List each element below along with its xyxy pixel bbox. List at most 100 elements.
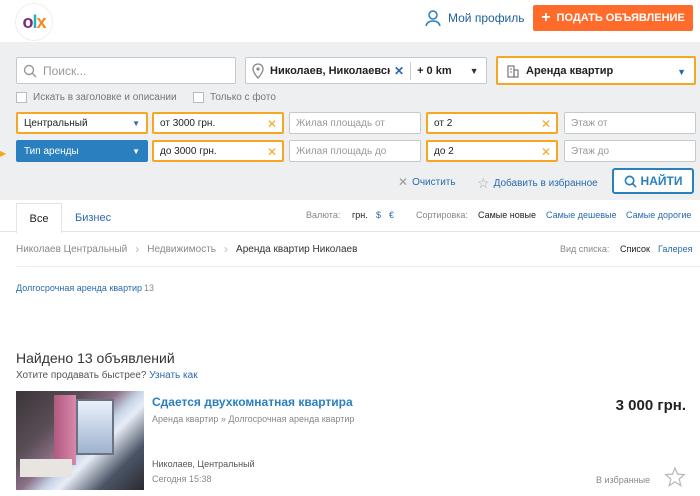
radius-value[interactable]: + 0 km bbox=[417, 65, 452, 77]
category-value: Аренда квартир bbox=[526, 64, 614, 77]
find-button[interactable]: НАЙТИ bbox=[612, 168, 694, 194]
checkbox-box[interactable] bbox=[16, 92, 27, 103]
rooms-to-input[interactable]: до 2 ✕ bbox=[426, 140, 558, 162]
my-profile-link[interactable]: Мой профиль bbox=[424, 9, 525, 27]
location-input[interactable]: Николаев, Николаевская обл. ✕ + 0 km ▼ bbox=[245, 57, 487, 84]
search-input[interactable]: Поиск... bbox=[16, 57, 236, 84]
active-filter-marker: ▶ bbox=[0, 149, 7, 158]
search-in-description-checkbox[interactable]: Искать в заголовке и описании bbox=[16, 92, 177, 103]
district-value: Центральный bbox=[24, 117, 88, 129]
search-icon bbox=[23, 64, 37, 77]
area-to-input[interactable]: Жилая площадь до bbox=[289, 140, 421, 162]
tab-all[interactable]: Все bbox=[16, 203, 62, 233]
currency-usd[interactable]: $ bbox=[376, 210, 381, 220]
post-ad-button[interactable]: + ПОДАТЬ ОБЪЯВЛЕНИЕ bbox=[533, 5, 693, 31]
location-divider bbox=[410, 61, 412, 80]
olx-logo[interactable]: olx bbox=[8, 4, 60, 40]
breadcrumb-item[interactable]: Николаев Центральный bbox=[16, 244, 127, 255]
sell-faster-line: Хотите продавать быстрее? Узнать как bbox=[16, 370, 198, 381]
price-to-value: до 3000 грн. bbox=[160, 145, 217, 157]
photo-curtain bbox=[54, 395, 76, 465]
rooms-to-value: до 2 bbox=[434, 145, 454, 157]
learn-how-link[interactable]: Узнать как bbox=[149, 370, 197, 381]
floor-to-input[interactable]: Этаж до bbox=[564, 140, 696, 162]
photo-bed bbox=[20, 459, 72, 477]
photo-window bbox=[76, 399, 114, 455]
breadcrumb-current: Аренда квартир Николаев bbox=[236, 243, 358, 255]
area-to-placeholder: Жилая площадь до bbox=[296, 145, 387, 157]
sort-newest[interactable]: Самые новые bbox=[478, 210, 536, 220]
floor-from-input[interactable]: Этаж от bbox=[564, 112, 696, 134]
district-select[interactable]: Центральный ▼ bbox=[16, 112, 148, 134]
chevron-right-icon: › bbox=[224, 242, 229, 256]
rent-type-value: Тип аренды bbox=[24, 145, 79, 157]
price-from-value: от 3000 грн. bbox=[160, 117, 216, 129]
category-select[interactable]: Аренда квартир ▼ bbox=[496, 56, 696, 85]
logo-mark: olx bbox=[16, 4, 52, 40]
clear-icon[interactable]: ✕ bbox=[267, 117, 277, 131]
currency-uah[interactable]: грн. bbox=[352, 210, 368, 220]
rooms-from-value: от 2 bbox=[434, 117, 453, 129]
top-header: olx Мой профиль + ПОДАТЬ ОБЪЯВЛЕНИЕ bbox=[0, 0, 700, 42]
area-from-input[interactable]: Жилая площадь от bbox=[289, 112, 421, 134]
plus-icon: + bbox=[541, 9, 551, 26]
price-from-input[interactable]: от 3000 грн. ✕ bbox=[152, 112, 284, 134]
subcategory-label: Долгосрочная аренда квартир bbox=[16, 283, 143, 293]
currency-label: Валюта: bbox=[306, 210, 341, 220]
user-icon bbox=[425, 10, 441, 27]
star-icon[interactable] bbox=[664, 466, 686, 488]
sell-faster-text: Хотите продавать быстрее? bbox=[16, 370, 147, 381]
tab-business[interactable]: Бизнес bbox=[75, 203, 111, 233]
results-count-heading: Найдено 13 объявлений bbox=[16, 350, 175, 366]
add-to-favorites-label[interactable]: В избранные bbox=[596, 475, 650, 485]
dropdown-arrow-icon: ▼ bbox=[132, 119, 140, 128]
search-icon bbox=[624, 175, 637, 188]
listing-location: Николаев, Центральный bbox=[152, 459, 255, 469]
price-to-input[interactable]: до 3000 грн. ✕ bbox=[152, 140, 284, 162]
clear-filters-link[interactable]: ✕ Очистить bbox=[398, 175, 456, 189]
clear-icon[interactable]: ✕ bbox=[541, 145, 551, 159]
chevron-down-icon[interactable]: ▼ bbox=[470, 66, 479, 76]
add-to-favorites-link[interactable]: ☆ Добавить в избранное bbox=[477, 175, 598, 192]
currency-eur[interactable]: € bbox=[389, 210, 394, 220]
view-label: Вид списка: bbox=[560, 244, 610, 254]
search-panel: Поиск... Николаев, Николаевская обл. ✕ +… bbox=[0, 42, 700, 200]
listing-title[interactable]: Сдается двухкомнатная квартира bbox=[152, 395, 353, 409]
area-from-placeholder: Жилая площадь от bbox=[296, 117, 385, 129]
clear-label: Очистить bbox=[412, 176, 456, 188]
rent-type-select[interactable]: Тип аренды ▼ bbox=[16, 140, 148, 162]
location-value: Николаев, Николаевская обл. bbox=[270, 64, 390, 77]
only-with-photo-checkbox[interactable]: Только с фото bbox=[193, 92, 276, 103]
sort-most-expensive[interactable]: Самые дорогие bbox=[626, 210, 691, 220]
checkbox-label: Искать в заголовке и описании bbox=[33, 92, 177, 103]
star-icon: ☆ bbox=[477, 175, 490, 191]
building-icon bbox=[507, 64, 519, 78]
listing-photo[interactable] bbox=[16, 391, 144, 490]
dropdown-arrow-icon: ▼ bbox=[677, 67, 686, 77]
breadcrumb-item[interactable]: Недвижимость bbox=[147, 244, 216, 255]
listing-time: Сегодня 15:38 bbox=[152, 474, 212, 484]
sort-label: Сортировка: bbox=[416, 210, 468, 220]
subcategory-link[interactable]: Долгосрочная аренда квартир 13 bbox=[16, 283, 154, 293]
view-gallery-option[interactable]: Галерея bbox=[658, 244, 693, 254]
dropdown-arrow-icon: ▼ bbox=[132, 147, 140, 156]
close-icon: ✕ bbox=[398, 175, 409, 189]
breadcrumb: Николаев Центральный › Недвижимость › Ар… bbox=[16, 242, 357, 256]
checkbox-box[interactable] bbox=[193, 92, 204, 103]
clear-location-icon[interactable]: ✕ bbox=[394, 64, 404, 78]
listing-price: 3 000 грн. bbox=[615, 397, 686, 414]
results-tabs-bar: Все Бизнес Валюта: грн. $ € Сортировка: … bbox=[0, 200, 700, 233]
floor-from-placeholder: Этаж от bbox=[571, 117, 608, 129]
profile-label: Мой профиль bbox=[448, 11, 525, 25]
clear-icon[interactable]: ✕ bbox=[267, 145, 277, 159]
search-placeholder: Поиск... bbox=[43, 63, 87, 78]
favorite-label: Добавить в избранное bbox=[493, 178, 598, 189]
divider bbox=[16, 266, 700, 267]
rooms-from-input[interactable]: от 2 ✕ bbox=[426, 112, 558, 134]
subcategory-count: 13 bbox=[144, 283, 155, 293]
find-label: НАЙТИ bbox=[640, 174, 683, 188]
post-ad-label: ПОДАТЬ ОБЪЯВЛЕНИЕ bbox=[556, 12, 685, 24]
view-list-option[interactable]: Список bbox=[620, 244, 650, 254]
clear-icon[interactable]: ✕ bbox=[541, 117, 551, 131]
sort-cheapest[interactable]: Самые дешевые bbox=[546, 210, 617, 220]
